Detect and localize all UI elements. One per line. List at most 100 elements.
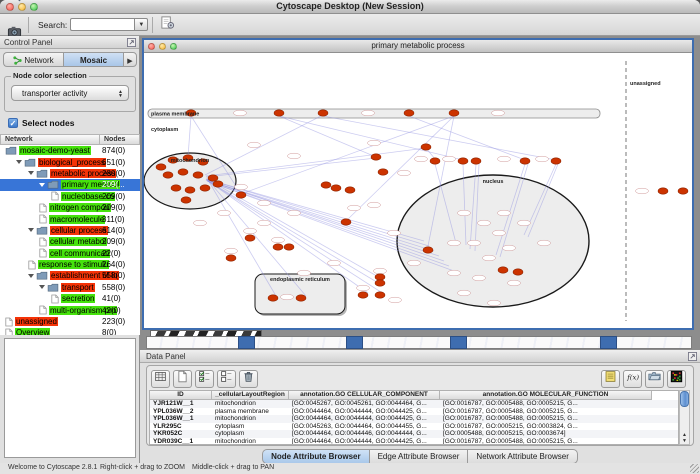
network-node[interactable] bbox=[274, 110, 284, 116]
table-row[interactable]: YLR295Ccytoplasm[GO:0045263, GO:0044464,… bbox=[150, 423, 678, 431]
network-view-window[interactable]: primary metabolic process plasma membran… bbox=[142, 38, 694, 330]
network-node[interactable] bbox=[658, 188, 668, 194]
network-node[interactable] bbox=[273, 244, 283, 250]
network-node[interactable] bbox=[236, 192, 246, 198]
unselect-attributes-button[interactable] bbox=[217, 370, 236, 388]
tree-col-network[interactable]: Network bbox=[0, 134, 100, 145]
minimized-window-edge[interactable] bbox=[346, 336, 363, 349]
column-header[interactable]: annotation.GO MOLECULAR_FUNCTION bbox=[440, 391, 652, 400]
tree-row-secretion[interactable]: secretion41(0) bbox=[0, 293, 140, 304]
table-row[interactable]: YPL036W__1mitochondrion[GO:0044464, GO:0… bbox=[150, 415, 678, 423]
tree-row-biological-process[interactable]: biological_process651(0) bbox=[0, 156, 140, 167]
tree-row-overview[interactable]: Overview8(0) bbox=[0, 327, 140, 335]
tree-row-nitrogen-compou[interactable]: nitrogen compou209(0) bbox=[0, 202, 140, 213]
attribute-matrix-button[interactable] bbox=[667, 370, 686, 388]
column-header[interactable]: ID bbox=[150, 391, 212, 400]
network-canvas[interactable]: plasma membranecytoplasmmitochondrionnuc… bbox=[144, 53, 692, 328]
attribute-table-button[interactable] bbox=[151, 370, 170, 388]
network-node[interactable] bbox=[471, 158, 481, 164]
table-row[interactable]: YDR039C__1mitochondrion[GO:0044464, GO:0… bbox=[150, 438, 678, 445]
titlebar[interactable]: Cytoscape Desktop (New Session) bbox=[0, 0, 700, 14]
formula-builder-button[interactable]: f(x) bbox=[623, 370, 642, 388]
network-node[interactable] bbox=[430, 158, 440, 164]
network-node[interactable] bbox=[520, 158, 530, 164]
attribute-notes-button[interactable] bbox=[601, 370, 620, 388]
tree-row-transport[interactable]: transport558(0) bbox=[0, 282, 140, 293]
tree-row-unassigned[interactable]: unassigned223(0) bbox=[0, 316, 140, 327]
network-node[interactable] bbox=[345, 187, 355, 193]
network-node[interactable] bbox=[551, 158, 561, 164]
table-row[interactable]: YJR121W__1mitochondrion[GO:0045267, GO:0… bbox=[150, 400, 678, 408]
network-node[interactable] bbox=[375, 292, 385, 298]
network-node[interactable] bbox=[678, 188, 688, 194]
network-node[interactable] bbox=[371, 154, 381, 160]
tree-row-primary-metabol[interactable]: primary metabol209(... bbox=[0, 179, 140, 190]
scrollbar-thumb[interactable] bbox=[680, 391, 689, 407]
tab-network-attribute-browser[interactable]: Network Attribute Browser bbox=[467, 449, 577, 463]
import-attributes-button[interactable] bbox=[645, 370, 664, 388]
network-node[interactable] bbox=[245, 235, 255, 241]
delete-attribute-button[interactable] bbox=[239, 370, 258, 388]
network-node[interactable] bbox=[331, 185, 341, 191]
tree-row-mosaic-demo-yeast[interactable]: mosaic-demo-yeast874(0) bbox=[0, 145, 140, 156]
network-view-titlebar[interactable]: primary metabolic process bbox=[144, 40, 692, 53]
tree-row-multi-organism-pro[interactable]: multi-organism pro42(0) bbox=[0, 304, 140, 315]
tree-row-cell-communicati[interactable]: cell communicati22(0) bbox=[0, 248, 140, 259]
expand-arrow-icon[interactable] bbox=[16, 160, 22, 164]
network-node[interactable] bbox=[378, 169, 388, 175]
minimized-window-edge[interactable] bbox=[600, 336, 617, 349]
float-panel-icon[interactable] bbox=[127, 38, 136, 47]
network-node[interactable] bbox=[171, 185, 181, 191]
network-node[interactable] bbox=[178, 169, 188, 175]
search-input[interactable] bbox=[70, 18, 134, 31]
tree-row-macromolecule[interactable]: macromolecule311(0) bbox=[0, 213, 140, 224]
network-node[interactable] bbox=[341, 219, 351, 225]
select-attributes-button[interactable] bbox=[195, 370, 214, 388]
network-node[interactable] bbox=[375, 280, 385, 286]
expand-arrow-icon[interactable] bbox=[28, 274, 34, 278]
zoom-region-button[interactable] bbox=[4, 0, 24, 7]
network-node[interactable] bbox=[268, 295, 278, 301]
select-nodes-checkbox[interactable]: ✓ bbox=[8, 118, 18, 128]
expand-arrow-icon[interactable] bbox=[28, 171, 34, 175]
network-node[interactable] bbox=[423, 247, 433, 253]
network-node[interactable] bbox=[213, 181, 223, 187]
network-node[interactable] bbox=[421, 144, 431, 150]
tab-node-attribute-browser[interactable]: Node Attribute Browser bbox=[262, 449, 369, 463]
minimized-window-edge[interactable] bbox=[450, 336, 467, 349]
tab-network[interactable]: Network bbox=[3, 52, 63, 67]
network-node[interactable] bbox=[449, 110, 459, 116]
column-header[interactable]: annotation.GO CELLULAR_COMPONENT bbox=[289, 391, 440, 400]
tree-row-establishment-of-lo[interactable]: establishment of lo558(0) bbox=[0, 270, 140, 281]
network-node[interactable] bbox=[404, 110, 414, 116]
network-node[interactable] bbox=[296, 295, 306, 301]
network-node[interactable] bbox=[358, 292, 368, 298]
network-node[interactable] bbox=[226, 255, 236, 261]
network-node[interactable] bbox=[284, 244, 294, 250]
network-node[interactable] bbox=[181, 197, 191, 203]
network-node[interactable] bbox=[458, 158, 468, 164]
tab-overflow-button[interactable]: ▶ bbox=[123, 52, 137, 67]
tab-edge-attribute-browser[interactable]: Edge Attribute Browser bbox=[369, 449, 468, 463]
tree-col-nodes[interactable]: Nodes bbox=[100, 134, 140, 145]
node-color-dropdown[interactable]: transporter activity ▲▼ bbox=[11, 85, 129, 101]
tab-mosaic[interactable]: Mosaic bbox=[63, 52, 123, 67]
resize-grip[interactable] bbox=[690, 464, 699, 473]
table-row[interactable]: YPL036W__2plasma membrane[GO:0044464, GO… bbox=[150, 408, 678, 416]
network-node[interactable] bbox=[321, 182, 331, 188]
tree-row-metabolic-process[interactable]: metabolic process280(0) bbox=[0, 168, 140, 179]
table-row[interactable]: YKR052Ccytoplasm[GO:0044464, GO:0044446,… bbox=[150, 430, 678, 438]
network-node[interactable] bbox=[318, 110, 328, 116]
column-header[interactable]: _cellularLayoutRegion bbox=[212, 391, 289, 400]
search-dropdown[interactable]: ▼ bbox=[134, 18, 148, 31]
expand-arrow-icon[interactable] bbox=[28, 228, 34, 232]
tree-row-response-to-stimulu[interactable]: response to stimulu264(0) bbox=[0, 259, 140, 270]
tree-row-nucleobase-co[interactable]: nucleobase-co209(0) bbox=[0, 191, 140, 202]
network-node[interactable] bbox=[156, 164, 166, 170]
network-node[interactable] bbox=[375, 274, 385, 280]
network-node[interactable] bbox=[163, 172, 173, 178]
tree-row-cellular-process[interactable]: cellular process614(0) bbox=[0, 225, 140, 236]
new-attribute-button[interactable] bbox=[173, 370, 192, 388]
search-config-button[interactable] bbox=[157, 16, 177, 34]
birds-eye-view-panel[interactable] bbox=[4, 338, 136, 458]
